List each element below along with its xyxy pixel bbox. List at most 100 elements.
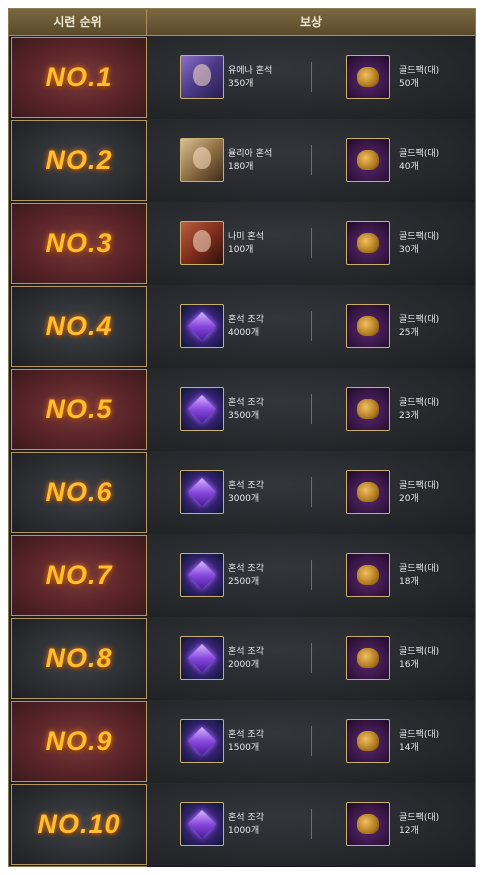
rank-label: NO.3 bbox=[45, 228, 113, 258]
reward-cell: 율리아 혼석 180개 골드팩(대) 40개 bbox=[147, 119, 475, 203]
reward-table: 시련 순위 보상 NO.1 유에나 혼석 350개 골드팩(대) 50개 NO.2 율리아 … bbox=[8, 8, 476, 867]
reward-item2: 골드팩(대) 50개 bbox=[399, 65, 439, 91]
table-row: NO.7 혼석 조각 2500개 골드팩(대) 18개 bbox=[9, 534, 475, 618]
reward-cell: 유에나 혼석 350개 골드팩(대) 50개 bbox=[147, 36, 475, 120]
reward-item2: 골드팩(대) 30개 bbox=[399, 231, 439, 257]
reward-item1: 혼석 조각 2500개 bbox=[228, 563, 264, 589]
rank-cell: NO.5 bbox=[11, 369, 147, 450]
gold-pack-icon bbox=[346, 553, 390, 597]
soulstone-shard-icon bbox=[180, 719, 224, 763]
reward-item1-label: 율리아 혼석 bbox=[228, 149, 273, 159]
reward-divider bbox=[311, 311, 312, 341]
reward-item1: 나미 혼석 100개 bbox=[228, 231, 264, 257]
reward-item1-qty: 1500개 bbox=[228, 743, 260, 753]
reward-item2: 골드팩(대) 12개 bbox=[399, 812, 439, 838]
reward-item2-label: 골드팩(대) bbox=[399, 813, 440, 823]
reward-item1-label: 혼석 조각 bbox=[228, 564, 264, 574]
reward-item2-label: 골드팩(대) bbox=[399, 232, 440, 242]
rank-cell: NO.4 bbox=[11, 286, 147, 367]
gold-pack-icon bbox=[346, 802, 390, 846]
reward-item1-label: 나미 혼석 bbox=[228, 232, 264, 242]
reward-item2: 골드팩(대) 18개 bbox=[399, 563, 439, 589]
reward-item1-label: 혼석 조각 bbox=[228, 398, 264, 408]
reward-divider bbox=[311, 726, 312, 756]
reward-cell: 혼석 조각 4000개 골드팩(대) 25개 bbox=[147, 285, 475, 369]
reward-cell: 혼석 조각 2500개 골드팩(대) 18개 bbox=[147, 534, 475, 618]
reward-item2-qty: 25개 bbox=[399, 328, 419, 338]
gold-pack-icon bbox=[346, 138, 390, 182]
gold-pack-icon bbox=[346, 470, 390, 514]
reward-item1: 혼석 조각 1500개 bbox=[228, 729, 264, 755]
reward-item2-qty: 20개 bbox=[399, 494, 419, 504]
rank-cell: NO.3 bbox=[11, 203, 147, 284]
rank-label: NO.4 bbox=[45, 311, 113, 341]
rank-cell: NO.6 bbox=[11, 452, 147, 533]
reward-divider bbox=[311, 809, 312, 839]
soulstone-shard-icon bbox=[180, 470, 224, 514]
rank-label: NO.8 bbox=[45, 643, 113, 673]
table-row: NO.5 혼석 조각 3500개 골드팩(대) 23개 bbox=[9, 368, 475, 452]
soulstone-shard-icon bbox=[180, 553, 224, 597]
reward-divider bbox=[311, 394, 312, 424]
rank-label: NO.5 bbox=[45, 394, 113, 424]
reward-item2-label: 골드팩(대) bbox=[399, 66, 440, 76]
table-row: NO.10 혼석 조각 1000개 골드팩(대) 12개 bbox=[9, 783, 475, 867]
gold-pack-icon bbox=[346, 304, 390, 348]
rank-label: NO.2 bbox=[45, 145, 113, 175]
reward-item2-label: 골드팩(대) bbox=[399, 149, 440, 159]
yulia-portrait-icon bbox=[180, 138, 224, 182]
reward-item1-qty: 180개 bbox=[228, 162, 254, 172]
reward-item2-qty: 40개 bbox=[399, 162, 419, 172]
reward-cell: 혼석 조각 3000개 골드팩(대) 20개 bbox=[147, 451, 475, 535]
rank-cell: NO.1 bbox=[11, 37, 147, 118]
reward-item1: 율리아 혼석 180개 bbox=[228, 148, 272, 174]
reward-item1-label: 혼석 조각 bbox=[228, 730, 264, 740]
rank-label: NO.1 bbox=[45, 62, 113, 92]
soulstone-shard-icon bbox=[180, 802, 224, 846]
reward-item1-qty: 100개 bbox=[228, 245, 254, 255]
table-row: NO.1 유에나 혼석 350개 골드팩(대) 50개 bbox=[9, 36, 475, 120]
table-row: NO.3 나미 혼석 100개 골드팩(대) 30개 bbox=[9, 202, 475, 286]
gold-pack-icon bbox=[346, 55, 390, 99]
reward-item1: 혼석 조각 4000개 bbox=[228, 314, 264, 340]
reward-item2-qty: 16개 bbox=[399, 660, 419, 670]
reward-column-header: 보상 bbox=[299, 15, 323, 29]
table-row: NO.8 혼석 조각 2000개 골드팩(대) 16개 bbox=[9, 617, 475, 701]
reward-item1-qty: 2000개 bbox=[228, 660, 260, 670]
reward-cell: 혼석 조각 1500개 골드팩(대) 14개 bbox=[147, 700, 475, 784]
reward-item1-qty: 1000개 bbox=[228, 826, 260, 836]
reward-item1: 혼석 조각 2000개 bbox=[228, 646, 264, 672]
rank-cell: NO.10 bbox=[11, 784, 147, 865]
reward-item1-label: 혼석 조각 bbox=[228, 647, 264, 657]
gold-pack-icon bbox=[346, 221, 390, 265]
table-row: NO.2 율리아 혼석 180개 골드팩(대) 40개 bbox=[9, 119, 475, 203]
reward-divider bbox=[311, 643, 312, 673]
reward-divider bbox=[311, 228, 312, 258]
reward-item1-qty: 2500개 bbox=[228, 577, 260, 587]
rank-cell: NO.8 bbox=[11, 618, 147, 699]
reward-item2-label: 골드팩(대) bbox=[399, 730, 440, 740]
reward-divider bbox=[311, 62, 312, 92]
reward-item1-qty: 3000개 bbox=[228, 494, 260, 504]
reward-item1-qty: 3500개 bbox=[228, 411, 260, 421]
reward-cell: 혼석 조각 1000개 골드팩(대) 12개 bbox=[147, 783, 475, 867]
soulstone-shard-icon bbox=[180, 636, 224, 680]
reward-item2-label: 골드팩(대) bbox=[399, 647, 440, 657]
reward-item2-qty: 23개 bbox=[399, 411, 419, 421]
gold-pack-icon bbox=[346, 719, 390, 763]
gold-pack-icon bbox=[346, 387, 390, 431]
nami-portrait-icon bbox=[180, 221, 224, 265]
reward-item2-label: 골드팩(대) bbox=[399, 315, 440, 325]
rank-cell: NO.9 bbox=[11, 701, 147, 782]
rank-label: NO.9 bbox=[45, 726, 113, 756]
reward-divider bbox=[311, 560, 312, 590]
rank-label: NO.10 bbox=[37, 809, 121, 839]
table-row: NO.4 혼석 조각 4000개 골드팩(대) 25개 bbox=[9, 285, 475, 369]
yuena-portrait-icon bbox=[180, 55, 224, 99]
reward-item2: 골드팩(대) 25개 bbox=[399, 314, 439, 340]
reward-divider bbox=[311, 145, 312, 175]
reward-item2-label: 골드팩(대) bbox=[399, 564, 440, 574]
reward-item1-qty: 4000개 bbox=[228, 328, 260, 338]
rank-cell: NO.7 bbox=[11, 535, 147, 616]
reward-item1-label: 혼석 조각 bbox=[228, 813, 264, 823]
